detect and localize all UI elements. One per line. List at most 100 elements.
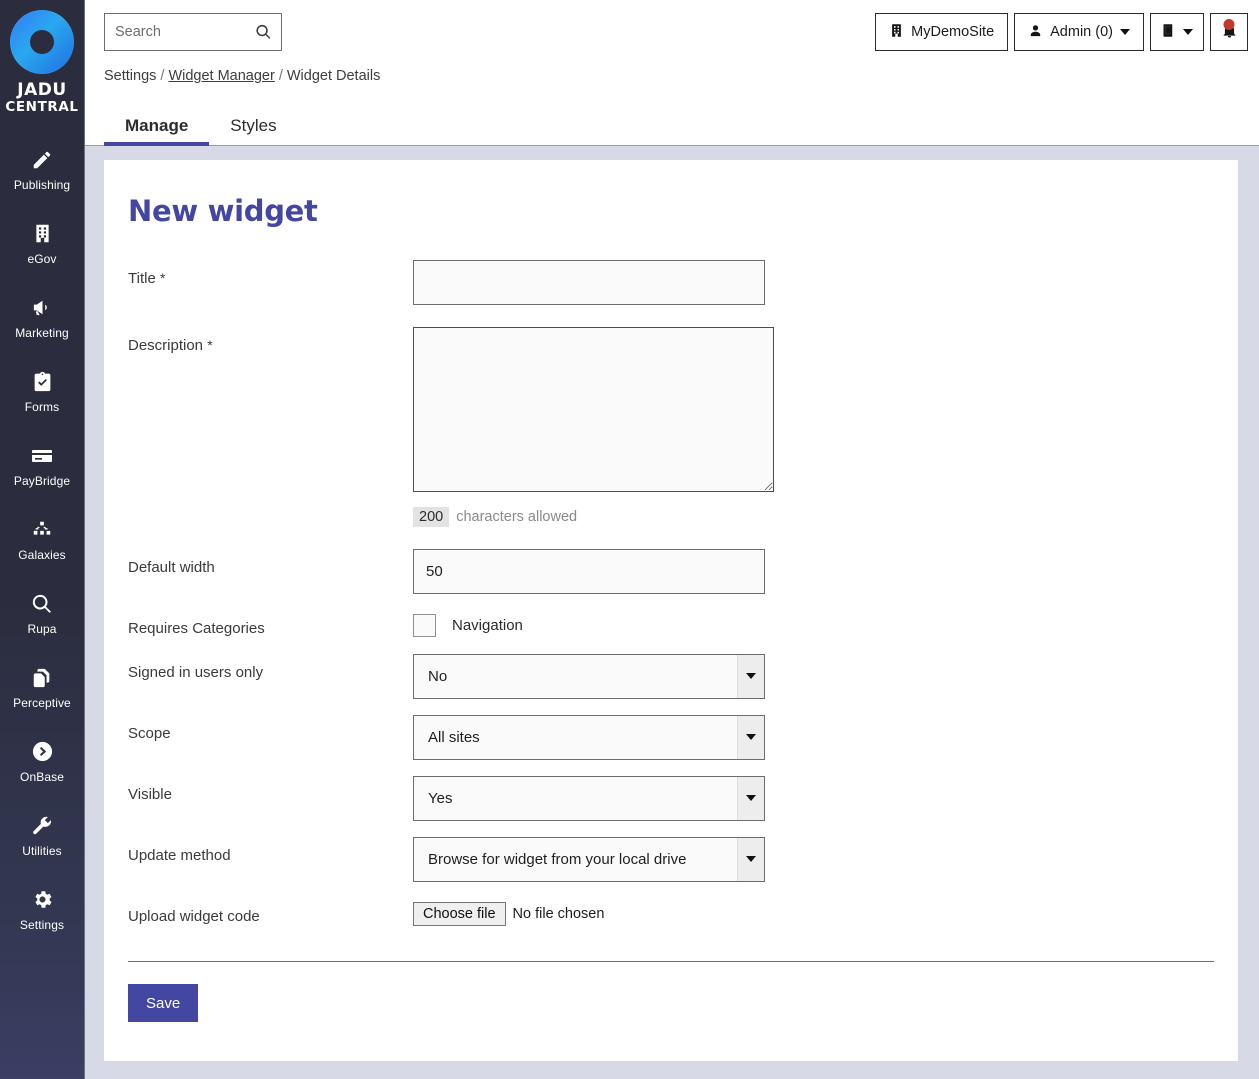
breadcrumb-item-widget-manager[interactable]: Widget Manager [168, 68, 274, 84]
choose-file-button[interactable]: Choose file [413, 901, 506, 926]
form-divider [128, 961, 1214, 962]
sidebar-item-perceptive[interactable]: Perceptive [0, 655, 84, 719]
main-region: MyDemoSite Admin (0) [85, 0, 1259, 1079]
form-row-signed-in-users-only: Signed in users only No [128, 653, 1214, 699]
sidebar: JADU CENTRAL Publishing eGov Marketing F… [0, 0, 85, 1079]
clipboard-check-icon [32, 369, 53, 395]
form-row-scope: Scope All sites [128, 714, 1214, 760]
sidebar-item-marketing[interactable]: Marketing [0, 285, 84, 349]
book-icon [1161, 22, 1176, 43]
wrench-icon [31, 813, 53, 839]
title-label: Title * [128, 270, 166, 287]
app-root: JADU CENTRAL Publishing eGov Marketing F… [0, 0, 1259, 1079]
signed-in-users-only-label: Signed in users only [128, 663, 264, 681]
navigation-checkbox-label[interactable]: Navigation [452, 617, 523, 634]
form-row-update-method: Update method Browse for widget from you… [128, 836, 1214, 882]
description-label: Description * [128, 337, 213, 354]
sidebar-item-egov[interactable]: eGov [0, 211, 84, 275]
title-input[interactable] [413, 260, 765, 305]
visible-label: Visible [128, 785, 172, 803]
form-row-upload-widget-code: Upload widget code Choose file No file c… [128, 898, 1214, 927]
signed-in-users-only-select[interactable]: No [413, 653, 765, 699]
content-card: New widget Title * Description * 200 cha… [104, 160, 1238, 1061]
sidebar-item-settings[interactable]: Settings [0, 877, 84, 941]
description-textarea[interactable] [413, 327, 774, 492]
breadcrumb-item-widget-details: Widget Details [286, 68, 381, 84]
admin-menu-label: Admin (0) [1050, 24, 1113, 40]
form-row-default-width: Default width [128, 549, 1214, 594]
sidebar-item-label: Forms [24, 399, 60, 414]
description-helper: 200 characters allowed [413, 507, 1214, 527]
sidebar-item-label: PayBridge [13, 473, 71, 488]
sidebar-item-galaxies[interactable]: Galaxies [0, 507, 84, 571]
notification-badge-dot [1223, 19, 1235, 30]
sidebar-item-label: Publishing [13, 177, 71, 192]
chevron-down-icon [737, 776, 764, 820]
tab-bar: Manage Styles [85, 88, 1259, 146]
file-status-text: No file chosen [512, 905, 605, 922]
circle-arrow-right-icon [31, 739, 54, 765]
sidebar-nav: Publishing eGov Marketing Forms PayBridg… [0, 137, 84, 951]
pencil-icon [31, 147, 53, 173]
tab-manage[interactable]: Manage [104, 117, 210, 146]
visible-value: Yes [428, 789, 453, 807]
sidebar-item-forms[interactable]: Forms [0, 359, 84, 423]
tab-styles[interactable]: Styles [209, 117, 297, 145]
breadcrumb-item-settings[interactable]: Settings [104, 68, 156, 84]
sidebar-item-label: Utilities [22, 843, 62, 858]
sidebar-item-paybridge[interactable]: PayBridge [0, 433, 84, 497]
app-logo[interactable]: JADU CENTRAL [0, 0, 84, 115]
scope-label: Scope [128, 724, 171, 742]
required-marker: * [207, 337, 213, 353]
breadcrumb: Settings / Widget Manager / Widget Detai… [85, 64, 1259, 88]
chevron-down-icon [737, 715, 764, 759]
building-icon [889, 23, 904, 42]
search-icon[interactable] [255, 24, 272, 41]
user-icon [1028, 23, 1043, 42]
sidebar-item-label: Settings [19, 917, 65, 932]
form-row-requires-categories: Requires Categories Navigation [128, 610, 1214, 639]
navigation-checkbox[interactable] [413, 614, 436, 637]
sidebar-item-label: Marketing [15, 325, 69, 340]
top-bar: MyDemoSite Admin (0) [85, 0, 1259, 64]
default-width-input[interactable] [413, 549, 765, 594]
requires-categories-label: Requires Categories [128, 620, 265, 637]
update-method-value: Browse for widget from your local drive [428, 850, 687, 868]
sidebar-item-onbase[interactable]: OnBase [0, 729, 84, 793]
credit-card-icon [30, 443, 54, 469]
sidebar-item-publishing[interactable]: Publishing [0, 137, 84, 201]
breadcrumb-separator: / [160, 68, 165, 84]
building-icon [32, 221, 53, 247]
sitemap-icon [31, 517, 53, 543]
logo-line-1: JADU [17, 80, 67, 100]
upload-widget-code-label: Upload widget code [128, 907, 260, 925]
scope-select[interactable]: All sites [413, 714, 765, 760]
save-button[interactable]: Save [128, 984, 199, 1022]
page-area: New widget Title * Description * 200 cha… [85, 146, 1259, 1079]
visible-select[interactable]: Yes [413, 775, 765, 821]
chevron-down-icon [1120, 29, 1130, 35]
scope-value: All sites [428, 728, 480, 746]
megaphone-icon [31, 295, 54, 321]
search-box[interactable] [104, 13, 282, 51]
chevron-down-icon [1183, 29, 1193, 35]
form-row-description: Description * 200 characters allowed [128, 327, 1214, 527]
character-count-badge: 200 [413, 507, 450, 527]
update-method-select[interactable]: Browse for widget from your local drive [413, 836, 765, 882]
breadcrumb-separator: / [278, 68, 283, 84]
site-selector-button[interactable]: MyDemoSite [875, 13, 1009, 51]
site-selector-label: MyDemoSite [911, 24, 995, 40]
sidebar-item-utilities[interactable]: Utilities [0, 803, 84, 867]
form-row-visible: Visible Yes [128, 775, 1214, 821]
form-row-title: Title * [128, 260, 1214, 305]
notifications-button[interactable] [1210, 13, 1248, 51]
admin-menu-button[interactable]: Admin (0) [1014, 13, 1144, 51]
sidebar-item-label: eGov [27, 251, 57, 266]
sidebar-item-rupa[interactable]: Rupa [0, 581, 84, 645]
sidebar-item-label: Perceptive [13, 695, 71, 710]
default-width-label: Default width [128, 559, 215, 576]
jadu-ring-logo-icon [10, 10, 74, 74]
widget-form: Title * Description * 200 characters all… [128, 260, 1214, 1022]
required-marker: * [159, 270, 166, 286]
book-menu-button[interactable] [1150, 13, 1204, 51]
